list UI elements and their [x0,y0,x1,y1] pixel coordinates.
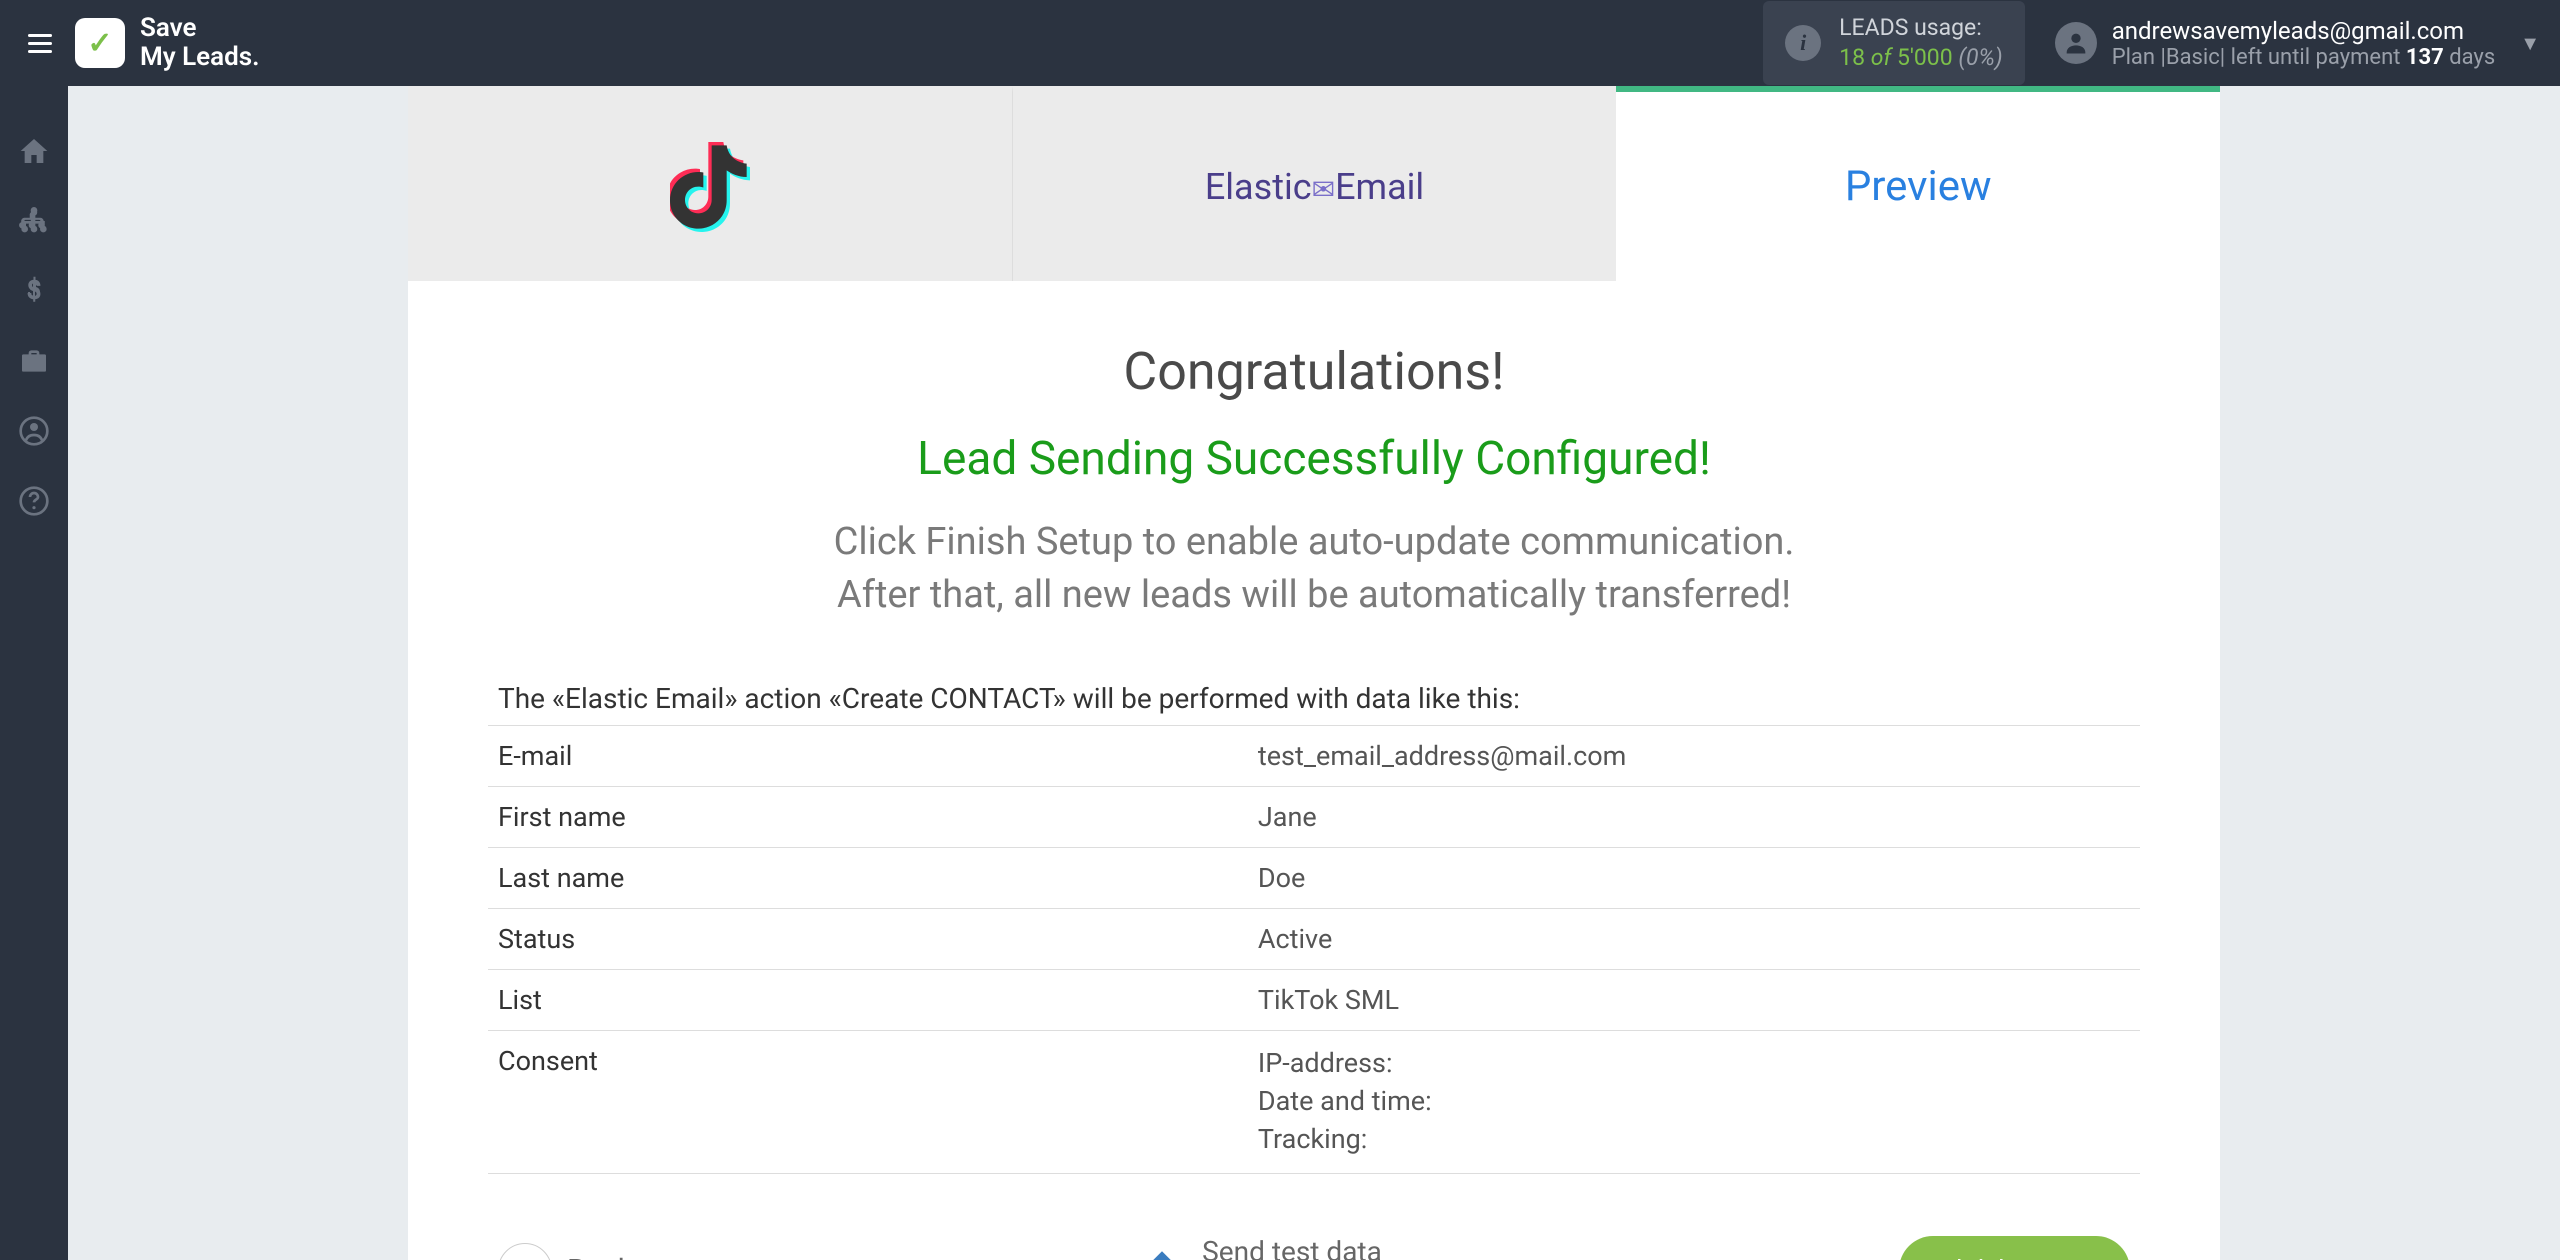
back-label: Back [567,1253,633,1260]
finish-setup-button[interactable]: Finish setup [1899,1236,2130,1260]
user-plan: Plan |Basic| left until payment 137 days [2112,45,2496,70]
leads-usage-badge: i LEADS usage: 18 of 5'000 (0%) [1763,1,2025,85]
tiktok-icon [670,142,750,232]
back-button[interactable]: Back [498,1243,633,1260]
upload-icon [1137,1245,1187,1260]
action-description: The «Elastic Email» action «Create CONTA… [488,682,2140,715]
tab-destination[interactable]: Elastic✉Email [1013,86,1617,281]
pencil-icon [498,1243,552,1260]
elastic-email-logo: Elastic✉Email [1205,166,1424,208]
field-label: Status [488,909,1248,970]
info-icon: i [1785,25,1821,61]
setup-card: Elastic✉Email Preview Congratulations! L… [408,86,2220,1260]
success-message: Lead Sending Successfully Configured! [488,432,2140,486]
nav-help[interactable] [0,466,68,536]
user-menu[interactable]: andrewsavemyleads@gmail.com Plan |Basic|… [2055,17,2540,70]
nav-home[interactable] [0,116,68,186]
field-value: test_email_address@mail.com [1248,726,2140,787]
usage-percent: (0%) [1958,44,2002,71]
preview-data-table: E-mailtest_email_address@mail.comFirst n… [488,725,2140,1173]
usage-total: 5'000 [1897,44,1953,71]
field-value: IP-address:Date and time:Tracking: [1248,1031,2140,1173]
usage-of: of [1871,44,1891,71]
preview-label: Preview [1845,162,1992,211]
user-email: andrewsavemyleads@gmail.com [2112,17,2496,45]
field-value: TikTok SML [1248,970,2140,1031]
table-row: Last nameDoe [488,848,2140,909]
avatar-icon [2055,22,2097,64]
usage-used: 18 [1839,44,1865,71]
send-test-button[interactable]: Send test data to Elastic Email [1137,1234,1395,1260]
field-label: Last name [488,848,1248,909]
table-row: E-mailtest_email_address@mail.com [488,726,2140,787]
table-row: ListTikTok SML [488,970,2140,1031]
nav-billing[interactable]: $ [0,256,68,326]
table-row: First nameJane [488,787,2140,848]
svg-text:$: $ [26,275,41,306]
field-value: Active [1248,909,2140,970]
congratulations-heading: Congratulations! [488,341,2140,402]
field-value: Jane [1248,787,2140,848]
menu-toggle-button[interactable] [20,23,60,63]
send-test-label: Send test data to Elastic Email [1202,1234,1395,1260]
usage-label: LEADS usage: [1839,13,2003,43]
field-label: E-mail [488,726,1248,787]
step-tabs: Elastic✉Email Preview [408,86,2220,281]
chevron-down-icon: ▼ [2520,31,2540,56]
instructions-text: Click Finish Setup to enable auto-update… [488,516,2140,622]
nav-connections[interactable] [0,186,68,256]
field-label: Consent [488,1031,1248,1173]
sidebar: $ [0,86,68,1260]
top-header: ✓ Save My Leads. i LEADS usage: 18 of 5'… [0,0,2560,86]
checkmark-icon: ✓ [87,26,112,61]
table-row: ConsentIP-address:Date and time:Tracking… [488,1031,2140,1173]
nav-account[interactable] [0,396,68,466]
field-value: Doe [1248,848,2140,909]
field-label: First name [488,787,1248,848]
logo[interactable]: ✓ [75,18,125,68]
tab-source[interactable] [408,86,1013,281]
hamburger-icon [28,34,52,53]
tab-preview[interactable]: Preview [1616,86,2220,281]
table-row: StatusActive [488,909,2140,970]
nav-briefcase[interactable] [0,326,68,396]
brand-name: Save My Leads. [140,14,260,71]
field-label: List [488,970,1248,1031]
